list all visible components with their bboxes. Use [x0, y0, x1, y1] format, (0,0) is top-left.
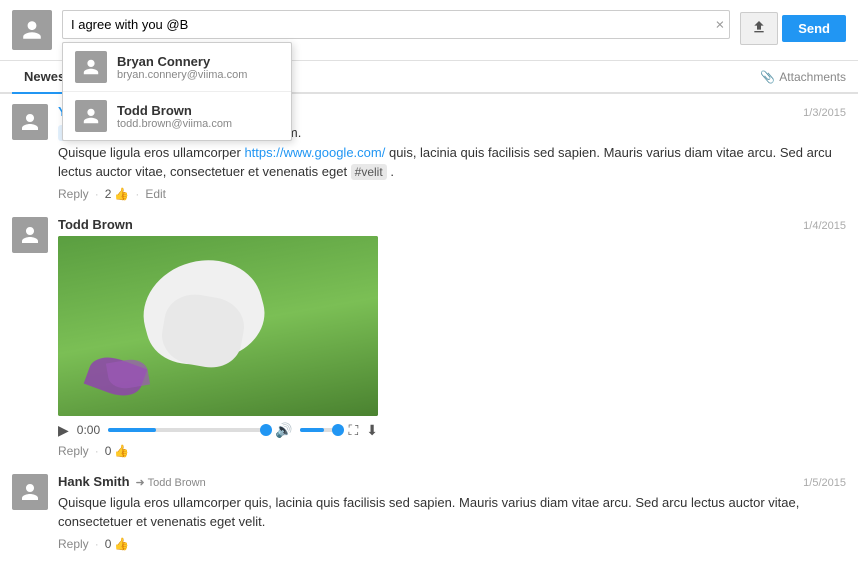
comment-header-hank: Hank Smith ➜ Todd Brown 1/5/2015: [58, 474, 846, 489]
expand-button[interactable]: ⛶: [348, 422, 358, 439]
compose-input-wrap: × Bryan Connery bryan.connery@viima.com …: [62, 10, 730, 39]
video-thumbnail: [58, 236, 378, 416]
comment-author-todd: Todd Brown: [58, 217, 133, 232]
like-count-hank: 0 👍: [105, 537, 130, 551]
video-progress-bar[interactable]: [108, 428, 267, 432]
comment-text-hank: Quisque ligula eros ullamcorper quis, la…: [58, 493, 846, 532]
video-controls: ▶ 0:00 🔊 ⛶ ⬇: [58, 422, 378, 439]
comment-footer-hank: Reply · 0 👍: [58, 537, 846, 551]
avatar-todd: [12, 217, 48, 253]
send-button[interactable]: Send: [782, 15, 846, 42]
like-count-todd: 0 👍: [105, 444, 130, 458]
autocomplete-avatar-todd: [75, 100, 107, 132]
compose-avatar: [12, 10, 52, 50]
like-count-you: 2 👍: [105, 187, 130, 201]
comment-date-todd: 1/4/2015: [803, 220, 846, 232]
autocomplete-info-todd: Todd Brown todd.brown@viima.com: [117, 103, 232, 130]
comment-date-you: 1/3/2015: [803, 107, 846, 119]
comment-date-hank: 1/5/2015: [803, 477, 846, 489]
video-progress-fill: [108, 428, 156, 432]
attachments-tab[interactable]: 📎 Attachments: [760, 70, 846, 84]
comment-footer-you: Reply · 2 👍 · Edit: [58, 187, 846, 201]
autocomplete-dropdown: Bryan Connery bryan.connery@viima.com To…: [62, 42, 292, 141]
autocomplete-name-bryan: Bryan Connery: [117, 54, 247, 69]
compose-actions: Send: [740, 12, 846, 45]
thumbup-icon-hank[interactable]: 👍: [114, 537, 129, 551]
video-time: 0:00: [77, 423, 100, 437]
comment-body-hank: Hank Smith ➜ Todd Brown 1/5/2015 Quisque…: [58, 474, 846, 551]
comment-author-hank: Hank Smith: [58, 474, 130, 489]
comment-reply-to-hank: ➜ Todd Brown: [136, 476, 206, 489]
volume-bar[interactable]: [300, 428, 340, 432]
autocomplete-item-bryan[interactable]: Bryan Connery bryan.connery@viima.com: [63, 43, 291, 91]
thumbup-icon-todd[interactable]: 👍: [114, 444, 129, 458]
autocomplete-name-todd: Todd Brown: [117, 103, 232, 118]
edit-button-you[interactable]: Edit: [145, 187, 166, 201]
comment-footer-todd: Reply · 0 👍: [58, 444, 846, 458]
volume-fill: [300, 428, 324, 432]
thumbup-icon-you[interactable]: 👍: [114, 187, 129, 201]
autocomplete-email-todd: todd.brown@viima.com: [117, 118, 232, 130]
autocomplete-avatar-bryan: [75, 51, 107, 83]
autocomplete-item-todd[interactable]: Todd Brown todd.brown@viima.com: [63, 91, 291, 140]
comment-body-todd: Todd Brown 1/4/2015 ▶ 0:00 🔊: [58, 217, 846, 458]
autocomplete-info-bryan: Bryan Connery bryan.connery@viima.com: [117, 54, 247, 81]
compose-input[interactable]: [62, 10, 730, 39]
comment-todd: Todd Brown 1/4/2015 ▶ 0:00 🔊: [12, 217, 846, 458]
hashtag-velit: #velit: [351, 164, 387, 180]
comments-area: You 1/3/2015 @Hank Smith sed posuere int…: [0, 94, 858, 577]
comment-hank: Hank Smith ➜ Todd Brown 1/5/2015 Quisque…: [12, 474, 846, 551]
download-button[interactable]: ⬇: [366, 422, 378, 439]
autocomplete-email-bryan: bryan.connery@viima.com: [117, 69, 247, 81]
google-link[interactable]: https://www.google.com/: [244, 145, 385, 160]
volume-dot: [332, 424, 344, 436]
paperclip-icon: 📎: [760, 70, 775, 84]
compose-area: × Bryan Connery bryan.connery@viima.com …: [0, 0, 858, 61]
comment-header-todd: Todd Brown 1/4/2015: [58, 217, 846, 232]
video-progress-dot: [260, 424, 272, 436]
reply-button-hank[interactable]: Reply: [58, 537, 89, 551]
volume-icon[interactable]: 🔊: [275, 422, 292, 439]
reply-button-todd[interactable]: Reply: [58, 444, 89, 458]
attachments-label: Attachments: [779, 70, 846, 84]
upload-button[interactable]: [740, 12, 778, 45]
play-button[interactable]: ▶: [58, 422, 69, 439]
avatar-you: [12, 104, 48, 140]
clear-icon[interactable]: ×: [715, 17, 724, 32]
avatar-hank: [12, 474, 48, 510]
reply-button-you[interactable]: Reply: [58, 187, 89, 201]
